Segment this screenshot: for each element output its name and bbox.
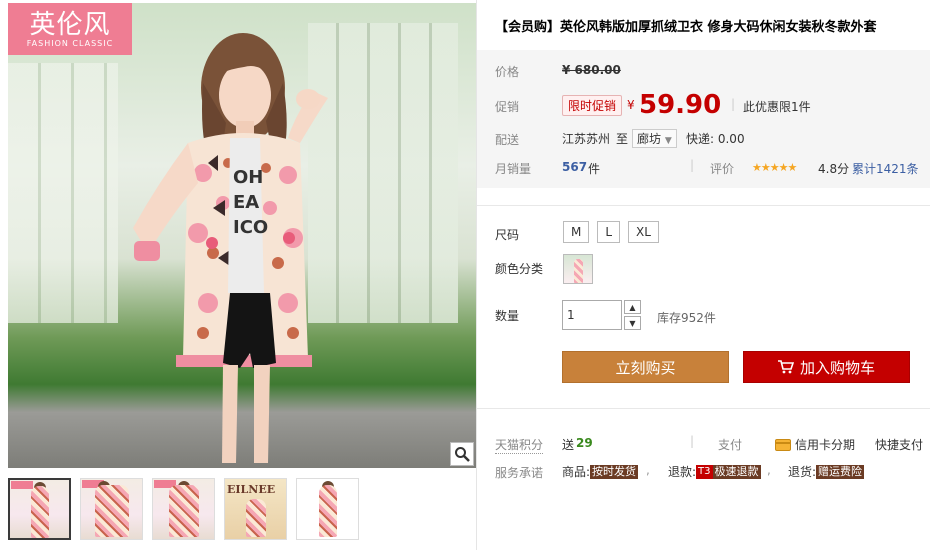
points-value: 29 <box>576 436 593 450</box>
monthly-sales-count: 567 <box>562 160 588 174</box>
ship-from: 江苏苏州 <box>562 132 611 146</box>
review-count-link[interactable]: 累计1421条 <box>852 160 919 177</box>
buy-now-label: 立刻购买 <box>615 358 676 377</box>
goods-prefix: 商品: <box>562 465 591 479</box>
svg-text:OH: OH <box>233 167 263 188</box>
shipping-label: 配送 <box>495 133 520 147</box>
original-price: ¥ 680.00 <box>562 63 621 77</box>
buy-now-button[interactable]: 立刻购买 <box>562 351 729 383</box>
size-label: 尺码 <box>495 228 520 242</box>
thumbnail[interactable] <box>8 478 71 540</box>
refund-badge[interactable]: 极速退款 <box>712 464 761 479</box>
color-option-swatch[interactable] <box>563 254 593 284</box>
thumbnail-strip: EILNEE <box>8 478 359 540</box>
product-title: 【会员购】英伦风韩版加厚抓绒卫衣 修身大码休闲女装秋冬款外套 <box>495 20 877 35</box>
thumbnail[interactable]: EILNEE <box>224 478 287 540</box>
destination-value: 廊坊 <box>637 132 662 146</box>
quantity-increase-button[interactable]: ▲ <box>624 300 641 314</box>
size-options: M L XL <box>563 221 659 243</box>
thumb-model <box>30 486 49 538</box>
rating-label: 评价 <box>710 162 735 176</box>
separator: , <box>646 463 650 477</box>
promo-limit-note: 此优惠限1件 <box>743 100 811 114</box>
credit-installment[interactable]: 信用卡分期 <box>775 436 855 453</box>
monthly-sales-unit: 件 <box>588 162 601 176</box>
quantity-decrease-button[interactable]: ▼ <box>624 316 641 330</box>
size-option-xl[interactable]: XL <box>628 221 659 243</box>
stock-count: 库存952件 <box>657 311 716 325</box>
size-option-m[interactable]: M <box>563 221 590 243</box>
promo-tag: 限时促销 <box>562 95 623 116</box>
payment-label: 支付 <box>718 438 743 452</box>
rating-stars-icon: ★★★★★ <box>752 161 797 174</box>
section-divider <box>477 408 930 409</box>
current-price: 59.90 <box>639 90 722 120</box>
logo-chinese: 英伦风 <box>29 9 111 40</box>
section-divider <box>477 205 930 206</box>
dropdown-arrow-icon: ▼ <box>664 136 672 146</box>
thumbnail[interactable] <box>80 478 143 540</box>
price-label: 价格 <box>495 65 520 79</box>
thumb-model <box>168 485 199 537</box>
thumb-model <box>318 485 337 537</box>
zoom-button[interactable] <box>450 442 474 466</box>
return-badge[interactable]: 赠运费险 <box>816 464 865 479</box>
chevron-up-icon: ▲ <box>629 302 636 312</box>
separator: | <box>731 97 736 111</box>
t3-badge: T3 <box>696 464 713 479</box>
refund-prefix: 退款: <box>668 465 697 479</box>
logo-english: FASHION CLASSIC <box>26 38 114 48</box>
quantity-label: 数量 <box>495 309 520 323</box>
svg-text:ICO: ICO <box>233 217 268 238</box>
svg-text:EA: EA <box>233 192 259 213</box>
swatch-model <box>574 259 583 283</box>
return-prefix: 退货: <box>788 465 817 479</box>
magnifier-icon <box>455 447 470 462</box>
credit-card-icon <box>775 438 791 451</box>
points-prefix: 送 <box>562 438 575 452</box>
service-return: 退货: 赠运费险 <box>788 463 865 480</box>
quick-pay[interactable]: 快捷支付 <box>875 436 923 453</box>
thumb-text: EILNEE <box>227 483 276 496</box>
quantity-input[interactable] <box>562 300 622 330</box>
model-figure: OH EA ICO <box>133 33 328 463</box>
thumbnail[interactable] <box>152 478 215 540</box>
thumb-logo <box>11 481 33 489</box>
monthly-sales-label: 月销量 <box>495 162 532 176</box>
promo-label: 促销 <box>495 100 520 114</box>
credit-installment-label: 信用卡分期 <box>795 438 856 452</box>
thumb-model <box>94 485 129 537</box>
cart-icon <box>777 360 794 374</box>
color-label: 颜色分类 <box>495 262 544 276</box>
points-label[interactable]: 天猫积分 <box>495 436 544 454</box>
add-to-cart-label: 加入购物车 <box>799 358 875 377</box>
destination-select[interactable]: 廊坊 ▼ <box>632 129 677 148</box>
thumbnail[interactable] <box>296 478 359 540</box>
separator: | <box>690 434 695 448</box>
service-refund: 退款: T3 极速退款 <box>668 463 761 480</box>
thumb-model <box>245 499 266 537</box>
separator: | <box>690 158 695 172</box>
goods-badge[interactable]: 按时发货 <box>590 464 639 479</box>
separator: , <box>767 463 771 477</box>
service-goods: 商品: 按时发货 <box>562 463 639 480</box>
size-option-l[interactable]: L <box>597 221 621 243</box>
add-to-cart-button[interactable]: 加入购物车 <box>743 351 910 383</box>
brand-logo: 英伦风 FASHION CLASSIC <box>8 3 132 55</box>
ship-to-word: 至 <box>616 132 629 146</box>
rating-score: 4.8分 <box>818 162 850 176</box>
service-label: 服务承诺 <box>495 466 544 480</box>
chevron-down-icon: ▼ <box>629 318 636 328</box>
main-product-image[interactable]: OH EA ICO 英伦风 FASHION CLASSIC <box>8 3 476 468</box>
currency-symbol: ¥ <box>627 98 635 112</box>
shipping-fee: 快递: 0.00 <box>686 132 745 146</box>
